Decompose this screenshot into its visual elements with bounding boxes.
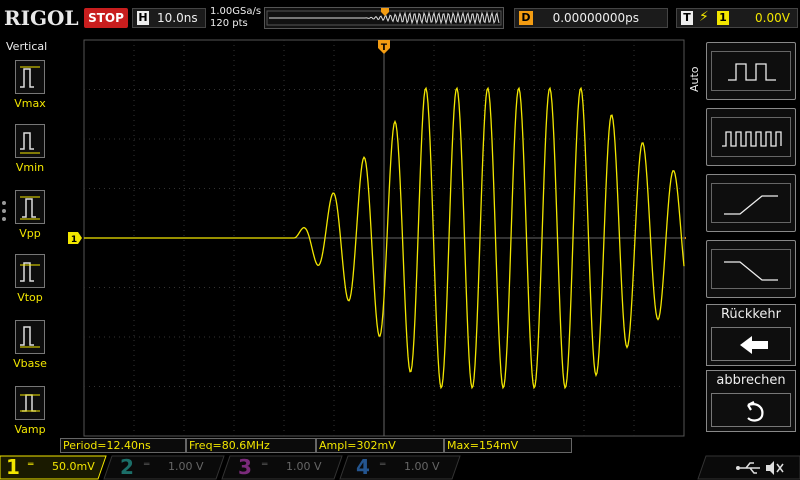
trigger-key: T bbox=[681, 11, 693, 25]
channel-4-scale: 1.00 V bbox=[404, 460, 440, 473]
brand-logo: RIGOL bbox=[4, 6, 79, 30]
trigger-channel: 1 bbox=[717, 11, 729, 25]
vtop-icon bbox=[15, 254, 45, 288]
pulse-train-icon bbox=[711, 117, 791, 157]
falling-ramp-icon bbox=[711, 249, 791, 289]
sample-rate: 1.00GSa/s bbox=[210, 6, 262, 17]
channel-1-scale: 50.0mV bbox=[52, 460, 95, 473]
speaker-muted-icon bbox=[766, 461, 784, 475]
run-stop-status[interactable]: STOP bbox=[84, 8, 128, 28]
cancel-button[interactable]: abbrechen bbox=[706, 370, 796, 432]
undo-arrow-icon bbox=[711, 393, 791, 427]
status-icons bbox=[736, 461, 784, 475]
channel-3-number: 3 bbox=[238, 455, 252, 479]
horizontal-key: H bbox=[137, 11, 149, 25]
ch1-ground-marker-label: 1 bbox=[71, 235, 77, 245]
measure-vmax[interactable]: Vmax bbox=[12, 60, 48, 110]
channel-1-number: 1 bbox=[6, 455, 20, 479]
channel-4-number: 4 bbox=[356, 455, 370, 479]
channel-3-scale: 1.00 V bbox=[286, 460, 322, 473]
channel-2-tab[interactable]: 2 ═ 1.00 V bbox=[112, 456, 220, 479]
back-button[interactable]: Rückkehr bbox=[706, 304, 796, 366]
vbase-icon bbox=[15, 320, 45, 354]
measure-vtop[interactable]: Vtop bbox=[12, 254, 48, 304]
measure-vpp[interactable]: Vpp bbox=[12, 190, 48, 240]
back-button-label: Rückkehr bbox=[720, 307, 781, 322]
vmin-icon bbox=[15, 124, 45, 158]
dc-coupling-icon: ═ bbox=[144, 460, 150, 470]
vtop-label: Vtop bbox=[17, 291, 43, 304]
cancel-button-label: abbrechen bbox=[716, 373, 786, 388]
memory-points: 120 pts bbox=[210, 18, 248, 29]
channel-2-number: 2 bbox=[120, 455, 134, 479]
auto-pulse-train-button[interactable] bbox=[706, 108, 796, 166]
channel-3-tab[interactable]: 3 ═ 1.00 V bbox=[230, 456, 338, 479]
trigger-level: 0.00V bbox=[755, 11, 790, 25]
trigger-readout[interactable]: T ⚡ 1 0.00V bbox=[676, 8, 798, 28]
vamp-label: Vamp bbox=[14, 423, 46, 436]
trigger-marker-label: T bbox=[381, 43, 388, 53]
delay-key: D bbox=[519, 11, 533, 25]
result-max: Max=154mV bbox=[444, 438, 572, 453]
sample-rate-info: 1.00GSa/s 120 pts bbox=[210, 6, 261, 30]
auto-rising-ramp-button[interactable] bbox=[706, 174, 796, 232]
memory-waveform-preview bbox=[266, 8, 502, 26]
auto-falling-ramp-button[interactable] bbox=[706, 240, 796, 298]
result-period: Period=12.40ns bbox=[60, 438, 186, 453]
delay-value: 0.00000000ps bbox=[552, 11, 639, 25]
pulse-wide-icon bbox=[711, 51, 791, 91]
measure-vbase[interactable]: Vbase bbox=[12, 320, 48, 370]
measure-vamp[interactable]: Vamp bbox=[12, 386, 48, 436]
vmax-label: Vmax bbox=[14, 97, 46, 110]
left-menu-title: Vertical bbox=[6, 40, 48, 53]
arrow-left-icon bbox=[711, 327, 791, 361]
vpp-icon bbox=[15, 190, 45, 224]
rising-edge-icon: ⚡ bbox=[699, 9, 709, 25]
horizontal-timebase[interactable]: H 10.0ns bbox=[132, 8, 206, 28]
vmax-icon bbox=[15, 60, 45, 94]
vbase-label: Vbase bbox=[13, 357, 47, 370]
vmin-label: Vmin bbox=[15, 161, 45, 174]
trigger-position-marker-small bbox=[381, 8, 389, 16]
result-frequency: Freq=80.6MHz bbox=[186, 438, 316, 453]
page-dots bbox=[2, 201, 8, 225]
channel-2-scale: 1.00 V bbox=[168, 460, 204, 473]
channel-1-tab[interactable]: 1 ═ 50.0mV bbox=[0, 456, 104, 479]
rising-ramp-icon bbox=[711, 183, 791, 223]
vamp-icon bbox=[15, 386, 45, 420]
memory-overview-bar[interactable] bbox=[264, 7, 504, 29]
vpp-label: Vpp bbox=[19, 227, 41, 240]
timebase-value: 10.0ns bbox=[157, 11, 198, 25]
measure-vmin[interactable]: Vmin bbox=[12, 124, 48, 174]
dc-coupling-icon: ═ bbox=[262, 460, 268, 470]
waveform-display[interactable]: T 1 bbox=[62, 38, 686, 438]
right-menu-title: Auto bbox=[688, 66, 701, 92]
dc-coupling-icon: ═ bbox=[380, 460, 386, 470]
auto-pulse-wide-button[interactable] bbox=[706, 42, 796, 100]
delay-readout[interactable]: D 0.00000000ps bbox=[514, 8, 668, 28]
result-amplitude: Ampl=302mV bbox=[316, 438, 444, 453]
ch1-ground-marker[interactable]: 1 bbox=[68, 232, 82, 245]
dc-coupling-icon: ═ bbox=[28, 460, 34, 470]
channel-4-tab[interactable]: 4 ═ 1.00 V bbox=[348, 456, 456, 479]
usb-icon bbox=[736, 462, 760, 474]
